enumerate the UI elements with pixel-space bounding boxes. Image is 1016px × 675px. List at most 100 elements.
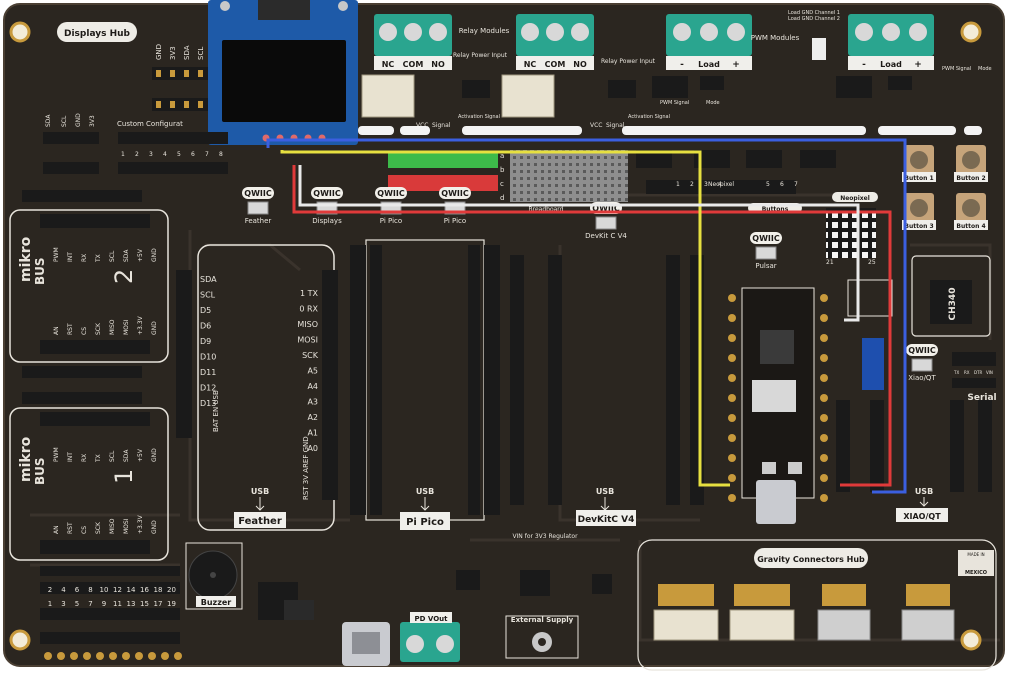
custom-pin-3v3: 3V3 — [89, 115, 96, 127]
pcb-board: Displays Hub GND 3V3 SDA SCL SDA SCL GND… — [3, 0, 1005, 671]
svg-text:TX: TX — [953, 370, 959, 375]
feather-pin-label: A1 — [307, 429, 318, 438]
header-pin — [148, 652, 156, 660]
svg-text:GND: GND — [155, 44, 163, 60]
svg-text:QWIIC: QWIIC — [313, 189, 341, 198]
mikrobus-pin-label: MOSI — [123, 518, 130, 534]
header-number: 18 — [154, 586, 163, 594]
svg-text:mikro: mikro — [18, 436, 34, 482]
relay-modules-label: Relay Modules — [459, 27, 510, 35]
header-pin — [57, 652, 65, 660]
header-number: 9 — [102, 600, 106, 608]
svg-text:VCC: VCC — [590, 122, 602, 129]
svg-text:Activation Signal: Activation Signal — [458, 114, 500, 120]
load-terminal-2[interactable]: - Load + — [848, 14, 934, 70]
svg-text:QWIIC: QWIIC — [244, 189, 272, 198]
header-number: 2 — [48, 586, 52, 594]
svg-text:XIAO/QT: XIAO/QT — [903, 512, 941, 521]
feather-pin-label: SCL — [200, 291, 216, 300]
pwm-modules-label: PWM Modules — [751, 34, 800, 42]
svg-text:1: 1 — [121, 151, 125, 158]
header-number: 13 — [127, 600, 136, 608]
neopixel-index-21: 21 — [826, 259, 834, 266]
header-pin — [135, 652, 143, 660]
neopixel-header-label: Neopixel — [708, 181, 734, 188]
header-number: 15 — [140, 600, 149, 608]
mikrobus-pin-label: MISO — [109, 518, 116, 534]
svg-text:Mode: Mode — [706, 100, 720, 106]
push-button-3[interactable]: Button 3 — [902, 193, 936, 230]
push-button-4[interactable]: Button 4 — [954, 193, 988, 230]
svg-text:Signal: Signal — [606, 122, 625, 129]
svg-text:Buzzer: Buzzer — [201, 598, 232, 607]
svg-text:5: 5 — [766, 181, 770, 188]
mikrobus-pin-label: TX — [95, 454, 102, 463]
header-number: 1 — [48, 600, 52, 608]
pwm-dip-switch[interactable] — [812, 38, 826, 60]
feather-pin-label: D6 — [200, 322, 211, 331]
svg-text:7: 7 — [794, 181, 798, 188]
svg-text:Feather: Feather — [245, 217, 272, 225]
svg-text:4: 4 — [163, 151, 167, 158]
svg-text:3V3: 3V3 — [169, 46, 177, 60]
mikrobus-pin-label: RST — [67, 323, 74, 335]
svg-text:USB: USB — [596, 487, 614, 496]
svg-text:c: c — [500, 180, 504, 188]
svg-text:Displays: Displays — [312, 217, 342, 225]
feather-pin-label: D10 — [200, 353, 216, 362]
svg-text:Button 1: Button 1 — [904, 175, 933, 182]
feather-pin-label: SDA — [200, 275, 217, 284]
mikrobus-pin-label: TX — [95, 254, 102, 263]
svg-text:1: 1 — [676, 181, 680, 188]
svg-text:Gravity Connectors Hub: Gravity Connectors Hub — [757, 555, 865, 564]
header-pin — [109, 652, 117, 660]
potentiometer[interactable] — [862, 338, 884, 390]
svg-text:Xiao/QT: Xiao/QT — [908, 374, 936, 382]
mikrobus-pin-label: SCL — [109, 450, 116, 462]
svg-text:QWIIC: QWIIC — [752, 234, 780, 243]
svg-text:+: + — [732, 60, 740, 70]
usb-pd-connector[interactable] — [342, 622, 390, 666]
feather-pin-label: MISO — [297, 320, 318, 329]
displays-hub-label: Displays Hub — [64, 29, 131, 39]
header-number: 11 — [113, 600, 122, 608]
mikrobus-pin-label: CS — [81, 526, 88, 534]
mikrobus-pin-label: INT — [67, 452, 74, 462]
header-pin — [174, 652, 182, 660]
push-button-1[interactable]: Button 1 — [902, 145, 936, 182]
feather-bottom-right-label: RST 3V AREF GND — [302, 436, 310, 500]
mikrobus-pin-label: PWM — [53, 447, 60, 462]
mikrobus-pin-label: +5V — [137, 448, 144, 462]
relay-power-input-label-2: Relay Power Input — [601, 58, 656, 65]
svg-text:BUS: BUS — [33, 457, 47, 485]
svg-text:6: 6 — [191, 151, 195, 158]
svg-text:7: 7 — [205, 151, 209, 158]
svg-text:2: 2 — [690, 181, 694, 188]
svg-text:Signal: Signal — [432, 122, 451, 129]
vin-regulator-label: VIN for 3V3 Regulator — [512, 533, 578, 540]
svg-text:2: 2 — [135, 151, 139, 158]
svg-text:+: + — [914, 60, 922, 70]
svg-text:QWIIC: QWIIC — [908, 346, 936, 355]
push-button-2[interactable]: Button 2 — [954, 145, 988, 182]
feather-pin-label: MOSI — [297, 336, 318, 345]
neopixel-badge-label: Neopixel — [840, 195, 870, 202]
made-in-mexico: MADE IN MEXICO — [958, 550, 994, 576]
svg-text:DTR: DTR — [974, 370, 983, 375]
svg-text:d: d — [500, 194, 504, 202]
svg-text:MEXICO: MEXICO — [965, 570, 987, 576]
header-number: 6 — [75, 586, 80, 594]
feather-pin-label: A5 — [307, 367, 318, 376]
relay-terminal-2[interactable]: NC COM NO — [516, 14, 594, 70]
mikrobus-pin-label: PWM — [53, 247, 60, 262]
header-number: 10 — [100, 586, 109, 594]
svg-text:3: 3 — [149, 151, 153, 158]
svg-text:5: 5 — [177, 151, 181, 158]
mikrobus-pin-label: AN — [53, 525, 60, 534]
svg-text:Load: Load — [698, 60, 720, 69]
relay-terminal-1[interactable]: NC COM NO — [374, 14, 452, 70]
load-terminal-1[interactable]: - Load + — [666, 14, 752, 70]
svg-text:PWM Signal: PWM Signal — [942, 66, 971, 72]
svg-text:VIN: VIN — [986, 370, 993, 375]
neopixel-matrix — [826, 208, 876, 258]
